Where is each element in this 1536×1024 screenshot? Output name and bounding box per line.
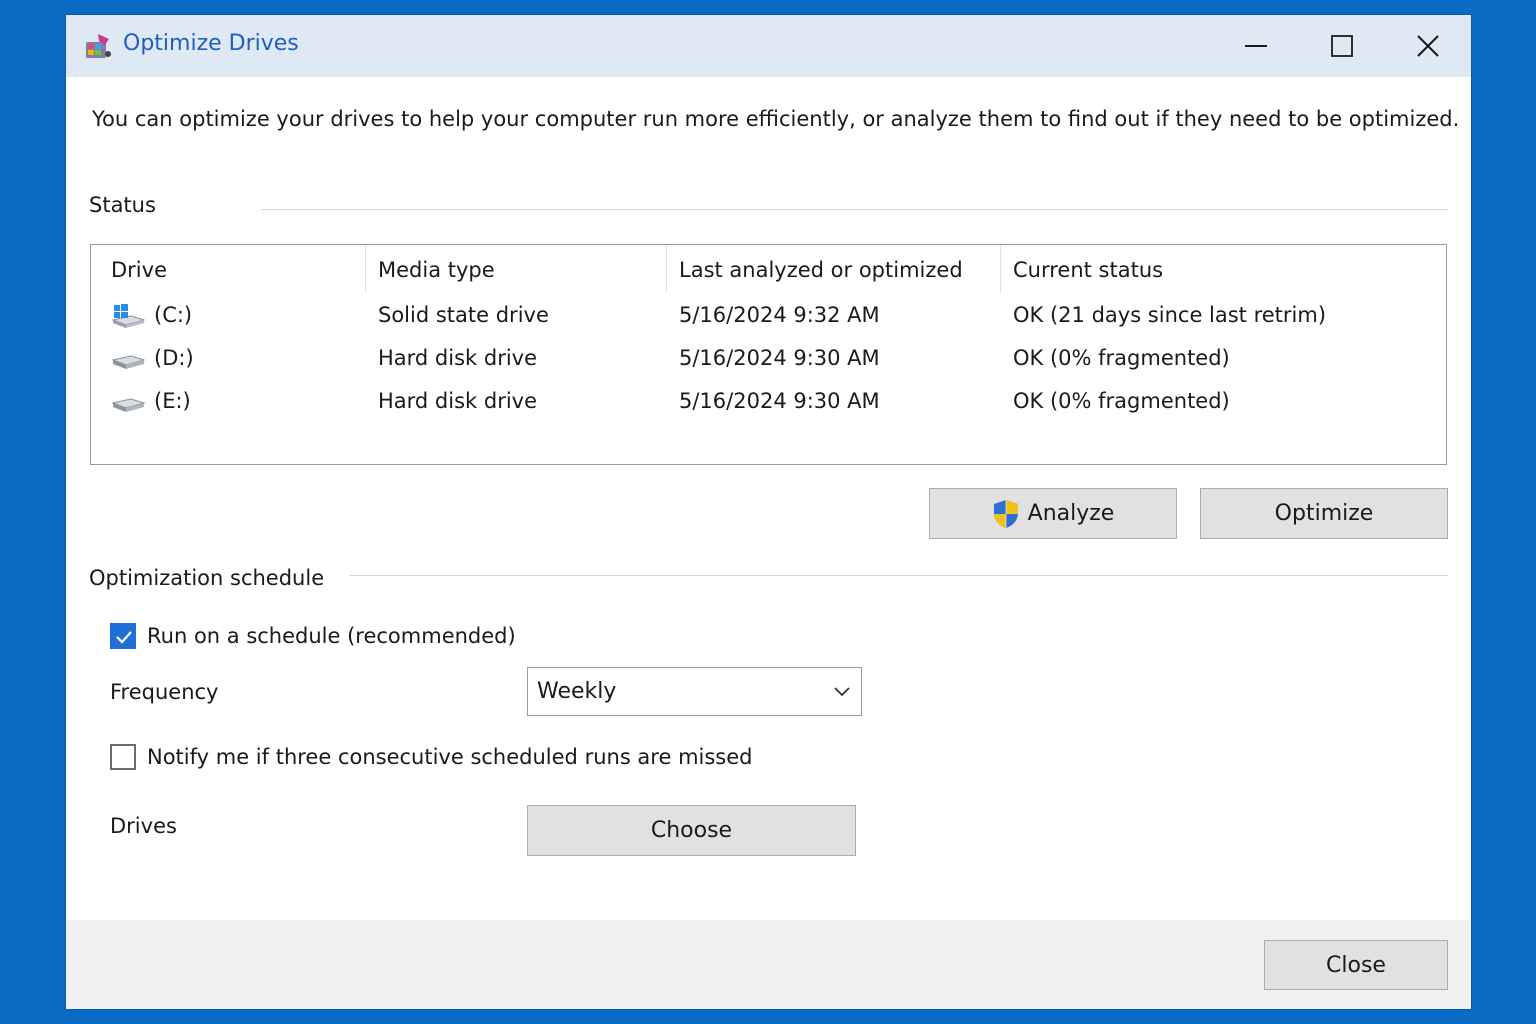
maximize-icon: [1331, 35, 1353, 57]
column-divider[interactable]: [365, 245, 366, 293]
choose-label: Choose: [650, 818, 733, 843]
optimize-button[interactable]: Optimize: [1200, 488, 1448, 539]
drive-name: (E:): [154, 389, 191, 413]
run-on-schedule-label[interactable]: Run on a schedule (recommended): [147, 624, 516, 648]
notify-missed-runs-checkbox[interactable]: [110, 744, 136, 770]
choose-drives-button[interactable]: Choose: [527, 805, 856, 856]
schedule-section-label: Optimization schedule: [89, 566, 325, 590]
analyze-button[interactable]: Analyze: [929, 488, 1177, 539]
drives-label: Drives: [110, 814, 177, 838]
drive-last-analyzed: 5/16/2024 9:32 AM: [679, 303, 880, 327]
drive-row-e[interactable]: (E:) Hard disk drive 5/16/2024 9:30 AM O…: [91, 383, 1446, 423]
close-window-button[interactable]: [1385, 15, 1471, 77]
drive-row-c[interactable]: (C:) Solid state drive 5/16/2024 9:32 AM…: [91, 297, 1446, 337]
status-divider: [261, 209, 1448, 210]
hard-drive-icon: [111, 398, 145, 412]
column-header-last-analyzed[interactable]: Last analyzed or optimized: [679, 258, 963, 282]
dialog-footer: Close: [66, 920, 1471, 1009]
drive-media-type: Solid state drive: [378, 303, 549, 327]
drive-current-status: OK (0% fragmented): [1013, 346, 1230, 370]
drive-media-type: Hard disk drive: [378, 346, 538, 370]
drive-current-status: OK (0% fragmented): [1013, 389, 1230, 413]
run-on-schedule-checkbox[interactable]: [110, 623, 136, 649]
drive-name: (C:): [154, 303, 193, 327]
drive-last-analyzed: 5/16/2024 9:30 AM: [679, 346, 880, 370]
window-title: Optimize Drives: [123, 31, 299, 56]
title-bar[interactable]: Optimize Drives: [66, 15, 1471, 77]
checkmark-icon: [116, 631, 132, 644]
hard-drive-icon: [111, 355, 145, 369]
minimize-button[interactable]: [1213, 15, 1299, 77]
column-header-drive[interactable]: Drive: [111, 258, 167, 282]
optimize-label: Optimize: [1274, 501, 1374, 526]
column-divider[interactable]: [666, 245, 667, 293]
optimize-drives-app-icon: [86, 34, 111, 58]
frequency-value: Weekly: [537, 679, 617, 704]
chevron-down-icon: [834, 687, 850, 697]
schedule-divider: [349, 575, 1448, 576]
minimize-icon: [1245, 45, 1267, 47]
column-divider[interactable]: [1000, 245, 1001, 293]
windows-drive-icon: [111, 304, 145, 328]
drive-last-analyzed: 5/16/2024 9:30 AM: [679, 389, 880, 413]
intro-text: You can optimize your drives to help you…: [92, 107, 1460, 131]
column-header-current-status[interactable]: Current status: [1013, 258, 1163, 282]
maximize-button[interactable]: [1299, 15, 1385, 77]
analyze-label: Analyze: [1027, 501, 1115, 526]
frequency-label: Frequency: [110, 680, 219, 704]
status-section-label: Status: [89, 193, 156, 217]
notify-missed-runs-label[interactable]: Notify me if three consecutive scheduled…: [147, 745, 753, 769]
optimize-drives-window: Optimize Drives You can optimize your dr…: [66, 15, 1471, 1009]
uac-shield-icon: [993, 499, 1018, 528]
drive-current-status: OK (21 days since last retrim): [1013, 303, 1327, 327]
frequency-dropdown[interactable]: Weekly: [527, 667, 862, 716]
close-icon: [1417, 35, 1439, 57]
drive-row-d[interactable]: (D:) Hard disk drive 5/16/2024 9:30 AM O…: [91, 340, 1446, 380]
close-label: Close: [1326, 952, 1386, 978]
drives-list[interactable]: Drive Media type Last analyzed or optimi…: [90, 244, 1447, 465]
drive-name: (D:): [154, 346, 194, 370]
close-button[interactable]: Close: [1264, 940, 1448, 990]
column-header-media-type[interactable]: Media type: [378, 258, 495, 282]
drive-media-type: Hard disk drive: [378, 389, 538, 413]
